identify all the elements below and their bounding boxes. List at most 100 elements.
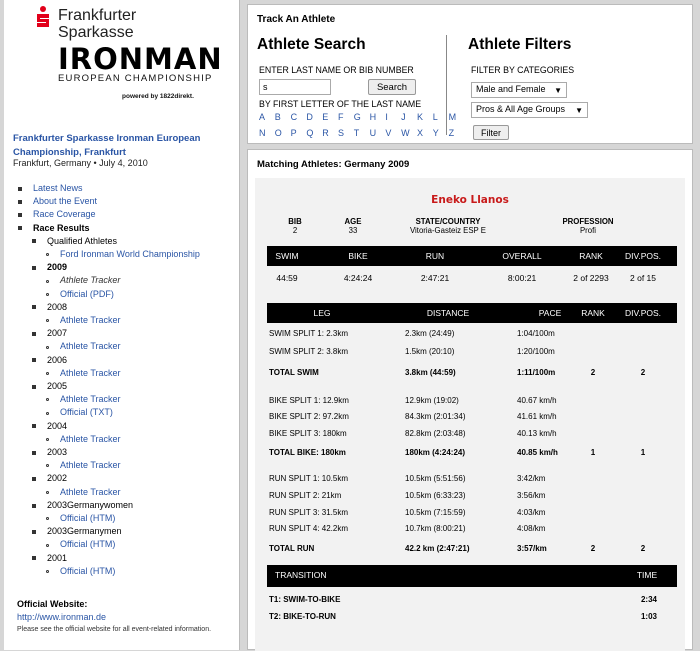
nav-link-coverage[interactable]: Race Coverage bbox=[33, 209, 96, 219]
nav-item-2004: 2004 bbox=[18, 420, 238, 433]
nav-item-2007-tracker: Athlete Tracker bbox=[18, 340, 238, 353]
nav-item-2006: 2006 bbox=[18, 354, 238, 367]
circle-bullet-icon bbox=[46, 543, 49, 547]
powered-by: powered by 1822direkt. bbox=[122, 93, 194, 100]
nav-label-2007: 2007 bbox=[47, 328, 68, 339]
leg-pace: 41.61 km/h bbox=[517, 412, 557, 421]
nav-link-latest[interactable]: Latest News bbox=[33, 183, 83, 193]
bullet-icon bbox=[32, 556, 36, 561]
letter-link-c[interactable]: C bbox=[291, 112, 307, 122]
nav-link-2003-men-official[interactable]: Official (HTM) bbox=[60, 539, 115, 549]
letter-link-h[interactable]: H bbox=[370, 112, 386, 122]
nav-link-2006-tracker[interactable]: Athlete Tracker bbox=[60, 368, 121, 378]
nav-item-results: Race Results bbox=[18, 222, 238, 235]
letter-link-q[interactable]: Q bbox=[306, 128, 322, 138]
search-button[interactable]: Search bbox=[368, 79, 416, 95]
event-logo[interactable]: Frankfurter Sparkasse IRONMAN EUROPEAN C… bbox=[36, 4, 222, 100]
age-group-select-value: Pros & All Age Groups bbox=[476, 104, 566, 114]
leg-header-leg: LEG bbox=[313, 308, 331, 318]
nav-link-about[interactable]: About the Event bbox=[33, 196, 97, 206]
info-bib-value: 2 bbox=[292, 226, 298, 235]
split-row: BIKE SPLIT 3: 180km 82.8km (2:03:48) 40.13… bbox=[267, 429, 677, 442]
circle-bullet-icon bbox=[46, 371, 49, 375]
letter-link-u[interactable]: U bbox=[370, 128, 386, 138]
letter-link-x[interactable]: X bbox=[417, 128, 433, 138]
bank-name-line1: Frankfurter bbox=[58, 7, 137, 24]
letter-link-w[interactable]: W bbox=[401, 128, 417, 138]
nav-link-2003-women-official[interactable]: Official (HTM) bbox=[60, 513, 115, 523]
circle-bullet-icon bbox=[46, 345, 49, 349]
nav-item-2009-tracker: Athlete Tracker bbox=[18, 274, 238, 287]
letter-link-p[interactable]: P bbox=[291, 128, 307, 138]
nav-link-2005-official[interactable]: Official (TXT) bbox=[60, 407, 113, 417]
split-row: RUN SPLIT 3: 31.5km 10.5km (7:15:59) 4:03/… bbox=[267, 508, 677, 521]
letter-links-row-2: NOPQRSTUVWXYZ bbox=[259, 128, 464, 138]
brand-wordmark: IRONMAN bbox=[58, 42, 223, 76]
leg-pace: 3:56/km bbox=[517, 491, 546, 500]
gender-select[interactable]: Male and Female ▼ bbox=[471, 82, 567, 98]
bullet-icon bbox=[32, 450, 36, 455]
letter-link-b[interactable]: B bbox=[275, 112, 291, 122]
brand-subtitle: EUROPEAN CHAMPIONSHIP bbox=[58, 73, 213, 84]
leg-header-divpos: DIV.POS. bbox=[624, 308, 662, 318]
letter-link-t[interactable]: T bbox=[354, 128, 370, 138]
leg-header-bar: LEG DISTANCE PACE RANK DIV.POS. bbox=[267, 303, 677, 323]
letter-link-d[interactable]: D bbox=[306, 112, 322, 122]
event-meta: Frankfurt, Germany • July 4, 2010 bbox=[13, 158, 148, 168]
letter-link-o[interactable]: O bbox=[275, 128, 291, 138]
letter-link-k[interactable]: K bbox=[417, 112, 433, 122]
summary-header-overall: OVERALL bbox=[502, 251, 542, 261]
transition-row: T2: BIKE-TO-RUN 1:03 bbox=[267, 612, 677, 625]
nav-link-2001-official[interactable]: Official (HTM) bbox=[60, 566, 115, 576]
letter-link-n[interactable]: N bbox=[259, 128, 275, 138]
letter-link-r[interactable]: R bbox=[322, 128, 338, 138]
search-input[interactable] bbox=[259, 79, 331, 95]
bank-name-line2: Sparkasse bbox=[58, 24, 134, 41]
letter-link-z[interactable]: Z bbox=[449, 128, 465, 138]
letter-link-e[interactable]: E bbox=[322, 112, 338, 122]
panel-divider bbox=[446, 35, 447, 135]
info-profession-value: Profi bbox=[579, 226, 597, 235]
leg-rank: 1 bbox=[590, 448, 596, 457]
nav-link-kona[interactable]: Ford Ironman World Championship bbox=[60, 249, 200, 259]
nav-link-2009-official[interactable]: Official (PDF) bbox=[60, 289, 114, 299]
letter-link-a[interactable]: A bbox=[259, 112, 275, 122]
circle-bullet-icon bbox=[46, 398, 49, 402]
nav-link-2003-tracker[interactable]: Athlete Tracker bbox=[60, 460, 121, 470]
nav-item-2004-tracker: Athlete Tracker bbox=[18, 433, 238, 446]
summary-header-rank: RANK bbox=[579, 251, 603, 261]
nav-label-2006: 2006 bbox=[47, 354, 68, 365]
letter-link-f[interactable]: F bbox=[338, 112, 354, 122]
nav-item-2007: 2007 bbox=[18, 327, 238, 340]
nav-link-2002-tracker[interactable]: Athlete Tracker bbox=[60, 487, 121, 497]
letter-link-m[interactable]: M bbox=[449, 112, 465, 122]
nav-label-2008: 2008 bbox=[47, 301, 68, 312]
event-title-link[interactable]: Frankfurter Sparkasse Ironman European C… bbox=[13, 132, 233, 160]
official-website-link[interactable]: http://www.ironman.de bbox=[17, 612, 106, 622]
age-group-select[interactable]: Pros & All Age Groups ▼ bbox=[471, 102, 588, 118]
nav-item-2009: 2009 bbox=[18, 261, 238, 274]
nav-link-2004-tracker[interactable]: Athlete Tracker bbox=[60, 434, 121, 444]
letter-link-v[interactable]: V bbox=[385, 128, 401, 138]
letter-link-i[interactable]: I bbox=[385, 112, 401, 122]
circle-bullet-icon bbox=[46, 319, 49, 323]
first-letter-label: BY FIRST LETTER OF THE LAST NAME bbox=[259, 99, 422, 109]
filter-button[interactable]: Filter bbox=[473, 125, 509, 140]
letter-link-s[interactable]: S bbox=[338, 128, 354, 138]
matching-athletes-title: Matching Athletes: Germany 2009 bbox=[257, 159, 410, 170]
leg-rank: 2 bbox=[590, 544, 596, 553]
nav-item-2003-men-official: Official (HTM) bbox=[18, 538, 238, 551]
letter-link-j[interactable]: J bbox=[401, 112, 417, 122]
leg-name: TOTAL RUN bbox=[269, 544, 315, 553]
nav-link-2007-tracker[interactable]: Athlete Tracker bbox=[60, 341, 121, 351]
total-row: TOTAL RUN 42.2 km (2:47:21) 3:57/km 2 2 bbox=[267, 544, 677, 557]
nav-item-2003: 2003 bbox=[18, 446, 238, 459]
letter-link-g[interactable]: G bbox=[354, 112, 370, 122]
nav-link-2008-tracker[interactable]: Athlete Tracker bbox=[60, 315, 121, 325]
leg-distance: 10.5km (5:51:56) bbox=[405, 474, 466, 483]
info-bib: BIB 2 bbox=[275, 217, 315, 235]
nav-link-2005-tracker[interactable]: Athlete Tracker bbox=[60, 394, 121, 404]
leg-distance: 2.3km (24:49) bbox=[405, 329, 455, 338]
bullet-icon bbox=[32, 265, 36, 270]
split-row: BIKE SPLIT 1: 12.9km 12.9km (19:02) 40.67 … bbox=[267, 396, 677, 409]
